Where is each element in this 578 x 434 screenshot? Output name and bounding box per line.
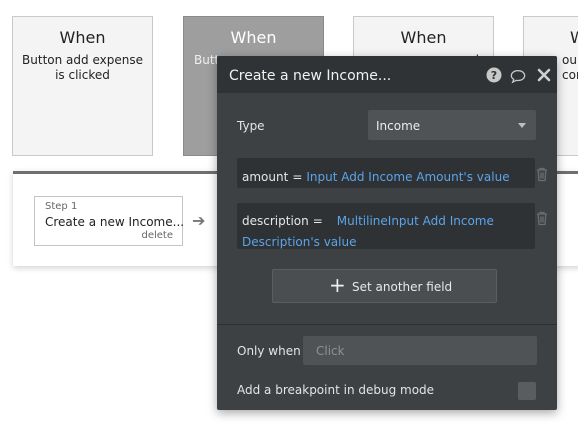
field-operator: =: [312, 214, 323, 228]
event-card-description: Button add expense is clicked: [22, 53, 143, 82]
type-dropdown-value: Income: [376, 119, 421, 133]
close-icon[interactable]: [536, 67, 552, 83]
type-label: Type: [237, 119, 265, 133]
breakpoint-checkbox[interactable]: [518, 382, 536, 400]
plus-icon: +: [329, 273, 346, 297]
field-name: description: [242, 214, 309, 228]
comment-icon[interactable]: [510, 68, 526, 84]
step-number: Step 1: [45, 201, 78, 212]
field-row-amount[interactable]: amount = Input Add Income Amount's value: [237, 158, 535, 188]
help-icon[interactable]: ?: [486, 67, 502, 83]
field-value-expression[interactable]: Input Add Income Amount's value: [306, 170, 509, 184]
set-another-field-label: Set another field: [352, 280, 453, 294]
type-dropdown[interactable]: Income: [368, 110, 536, 140]
step-name: Create a new Income...: [45, 215, 185, 229]
section-divider: [217, 324, 557, 325]
field-operator: =: [292, 170, 303, 184]
field-name: amount: [242, 170, 289, 184]
event-card-add-expense[interactable]: When Button add expense is clicked: [12, 16, 153, 156]
trash-icon[interactable]: [535, 210, 549, 226]
event-card-title: When: [230, 28, 277, 47]
only-when-condition-input[interactable]: [303, 336, 537, 365]
chevron-down-icon: [518, 123, 526, 128]
event-card-title: When: [400, 28, 447, 47]
set-another-field-button[interactable]: + Set another field: [272, 269, 497, 303]
step-delete-link[interactable]: delete: [141, 230, 173, 241]
event-card-title: When: [59, 28, 106, 47]
action-property-editor: Create a new Income... ? Type Income amo…: [217, 56, 557, 410]
only-when-label: Only when: [237, 344, 301, 358]
workflow-editor-canvas: When Button add expense is clicked When …: [0, 0, 578, 434]
arrow-right-icon: ➔: [192, 211, 206, 230]
breakpoint-label: Add a breakpoint in debug mode: [237, 383, 435, 397]
workflow-step-1[interactable]: Step 1 Create a new Income... delete: [34, 196, 185, 246]
svg-text:?: ?: [491, 69, 497, 82]
panel-header: Create a new Income... ?: [217, 56, 557, 93]
field-row-description[interactable]: description = MultilineInput Add Income De…: [237, 203, 535, 249]
panel-title: Create a new Income...: [229, 68, 392, 84]
trash-icon[interactable]: [535, 166, 549, 182]
event-card-title: W: [570, 28, 578, 47]
